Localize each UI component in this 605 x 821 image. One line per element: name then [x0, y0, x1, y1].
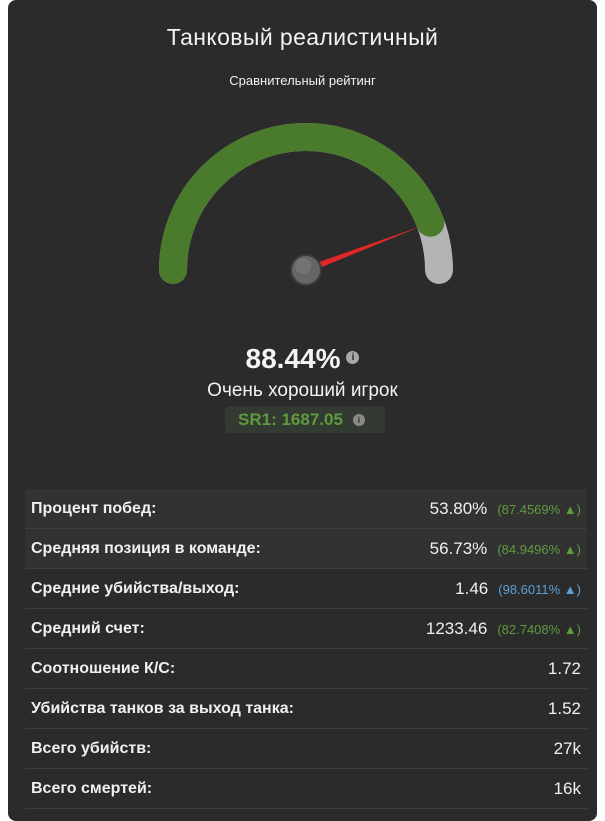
stat-label: Убийства танков за выход танка:	[31, 700, 294, 717]
stat-row-total-deaths: Всего смертей: 16k	[25, 769, 587, 809]
stat-label: Соотношение К/С:	[31, 660, 176, 677]
rating-gauge	[159, 122, 453, 286]
sr-badge: SR1: 1687.05 i	[225, 406, 385, 433]
stat-row-team-position: Средняя позиция в команде: 56.73% (84.949…	[25, 529, 587, 569]
stat-label: Всего убийств:	[31, 740, 152, 757]
stat-value: 1.52	[547, 699, 581, 718]
stat-percentile: (98.6011% ▲)	[498, 582, 581, 597]
stat-row-win-rate: Процент побед: 53.80% (87.4569% ▲)	[25, 489, 587, 529]
stats-table: Процент побед: 53.80% (87.4569% ▲) Средня…	[25, 489, 587, 809]
stat-label: Средние убийства/выход:	[31, 580, 240, 597]
stat-label: Процент побед:	[31, 500, 157, 517]
info-icon[interactable]: i	[346, 351, 360, 365]
stat-row-total-kills: Всего убийств: 27k	[25, 729, 587, 769]
stat-percentile: (84.9496% ▲)	[497, 542, 581, 557]
sr-info-icon[interactable]: i	[352, 413, 365, 426]
stat-label: Всего смертей:	[31, 780, 153, 797]
stat-value: 53.80%	[429, 499, 488, 518]
stat-value: 1233.46	[425, 619, 488, 638]
player-class: Очень хороший игрок	[207, 380, 398, 401]
stat-label: Средняя позиция в команде:	[31, 540, 261, 557]
stat-value: 1.46	[455, 579, 489, 598]
stat-row-kd-ratio: Соотношение К/С: 1.72	[25, 649, 587, 689]
rating-subtitle: Сравнительный рейтинг	[229, 73, 376, 88]
stat-percentile: (87.4569% ▲)	[497, 502, 581, 517]
stat-row-kills-per-spawn: Средние убийства/выход: 1.46 (98.6011% ▲)	[25, 569, 587, 609]
gauge-needle	[304, 225, 423, 273]
gauge-fill	[159, 122, 445, 284]
stat-row-tank-kills-per-spawn: Убийства танков за выход танка: 1.52	[25, 689, 587, 729]
stats-card: Танковый реалистичный Сравнительный рейт…	[8, 0, 597, 821]
stat-value: 1.72	[547, 659, 581, 678]
stat-value: 56.73%	[429, 539, 488, 558]
stat-value: 27k	[553, 739, 581, 758]
gauge-hub-highlight	[295, 258, 311, 274]
rating-percent-row: 88.44% i	[8, 343, 597, 375]
stat-row-average-score: Средний счет: 1233.46 (82.7408% ▲)	[25, 609, 587, 649]
stat-percentile: (82.7408% ▲)	[497, 622, 581, 637]
rating-percent: 88.44%	[245, 343, 341, 374]
mode-title: Танковый реалистичный	[166, 24, 439, 50]
sr-value: SR1: 1687.05	[238, 410, 343, 429]
stat-label: Средний счет:	[31, 620, 145, 637]
stat-value: 16k	[553, 779, 581, 798]
